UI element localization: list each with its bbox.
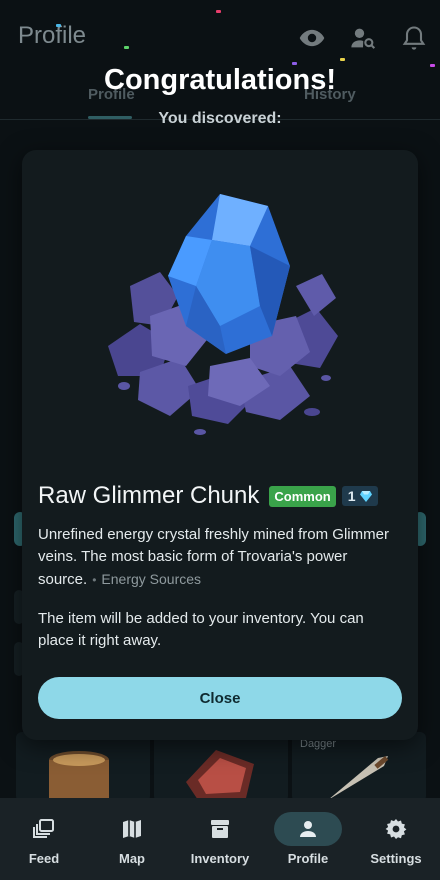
user-search-icon[interactable] bbox=[349, 24, 377, 52]
inventory-card[interactable] bbox=[16, 732, 150, 802]
nav-item-map[interactable]: Map bbox=[88, 798, 176, 880]
glimmer-crystal-image bbox=[108, 194, 338, 435]
close-button[interactable]: Close bbox=[38, 677, 402, 719]
inventory-icon bbox=[211, 820, 229, 838]
confetti-piece bbox=[340, 58, 345, 61]
item-description-block: Unrefined energy crystal freshly mined f… bbox=[38, 524, 398, 591]
nav-item-inventory[interactable]: Inventory bbox=[176, 798, 264, 880]
bell-icon[interactable] bbox=[400, 24, 428, 52]
rarity-badge: Common bbox=[269, 485, 336, 507]
nav-item-profile[interactable]: Profile bbox=[264, 798, 352, 880]
map-icon bbox=[123, 820, 141, 838]
item-description: Unrefined energy crystal freshly mined f… bbox=[38, 526, 389, 588]
feed-icon bbox=[33, 819, 54, 838]
inventory-card[interactable] bbox=[154, 732, 288, 802]
confetti-piece bbox=[216, 10, 221, 13]
nav-label: Settings bbox=[370, 851, 422, 866]
nav-label: Map bbox=[119, 851, 145, 866]
item-category: Energy Sources bbox=[101, 571, 202, 587]
profile-icon bbox=[300, 821, 316, 837]
confetti-piece bbox=[124, 46, 129, 49]
inventory-card[interactable]: Dagger bbox=[292, 732, 426, 802]
gem-icon bbox=[359, 490, 372, 502]
nav-item-settings[interactable]: Settings bbox=[352, 798, 440, 880]
item-name: Raw Glimmer Chunk bbox=[38, 482, 260, 509]
nav-label: Inventory bbox=[190, 851, 250, 866]
nav-item-feed[interactable]: Feed bbox=[0, 798, 88, 880]
barrel-icon bbox=[49, 751, 109, 802]
eye-icon[interactable] bbox=[298, 24, 326, 52]
separator-dot: • bbox=[92, 573, 97, 587]
confetti-piece bbox=[56, 24, 61, 27]
bottom-navigation: Feed Map Inventory Profile Settings bbox=[0, 798, 440, 880]
discovered-subheading: You discovered: bbox=[158, 110, 282, 127]
level-badge: 1 bbox=[341, 486, 378, 506]
level-value: 1 bbox=[347, 488, 356, 504]
nav-label: Feed bbox=[28, 851, 60, 866]
inventory-note: The item will be added to your inventory… bbox=[38, 610, 364, 649]
dagger-icon bbox=[328, 755, 389, 800]
congratulations-heading: Congratulations! bbox=[104, 64, 336, 96]
settings-icon bbox=[385, 819, 407, 839]
page-title: Profile bbox=[18, 22, 87, 49]
discovery-dialog: Raw Glimmer Chunk Common 1 Unrefined ene… bbox=[22, 150, 418, 740]
meat-icon bbox=[186, 750, 254, 800]
item-title-row: Raw Glimmer Chunk Common 1 bbox=[38, 480, 408, 512]
nav-label: Profile bbox=[287, 851, 329, 866]
